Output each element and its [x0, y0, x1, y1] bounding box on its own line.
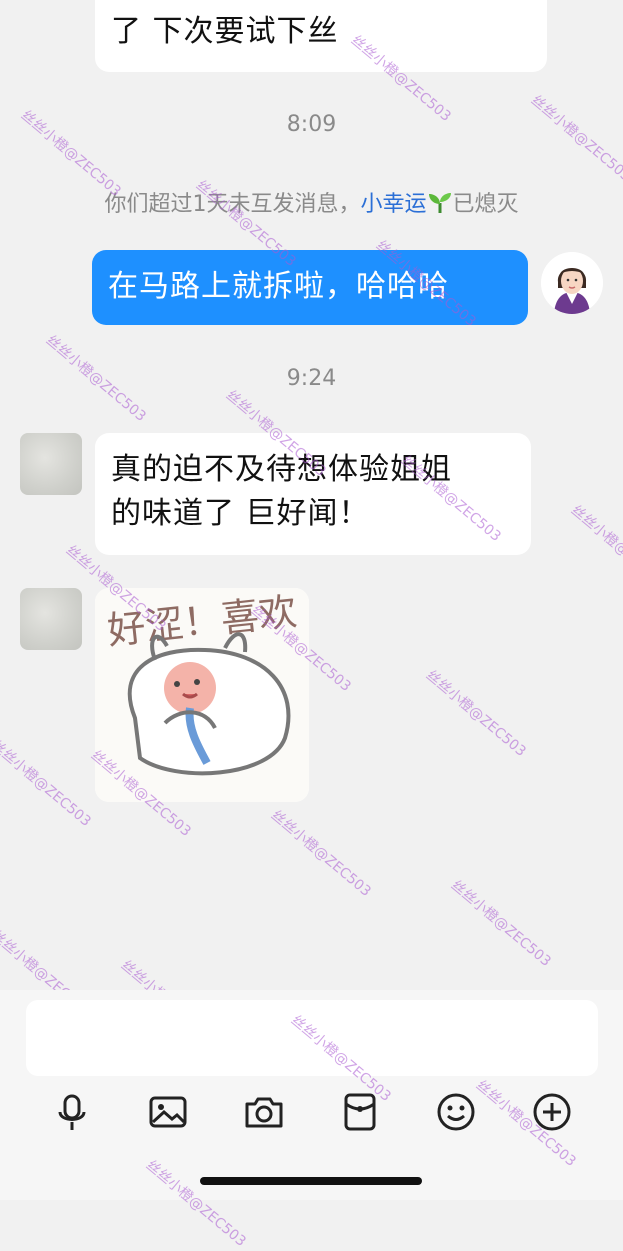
sticker-image: 好涩！喜欢 — [95, 588, 309, 802]
watermark: 丝丝小橙@ZEC503 — [0, 737, 94, 830]
emoji-icon[interactable] — [434, 1090, 478, 1134]
system-notice: 你们超过1天未互发消息，小幸运 已熄灭 — [0, 186, 623, 218]
watermark: 丝丝小橙@ZEC503 — [447, 877, 554, 970]
message-input[interactable] — [26, 1000, 598, 1076]
timestamp: 8:09 — [286, 112, 337, 137]
red-packet-icon[interactable] — [338, 1090, 382, 1134]
message-text-line: 的味道了 巨好闻！ — [111, 496, 370, 531]
message-bubble-received[interactable]: 真的迫不及待想体验姐姐 的味道了 巨好闻！ — [95, 433, 531, 555]
microphone-icon[interactable] — [50, 1090, 94, 1134]
message-text: 了 下次要试下丝 — [111, 14, 339, 49]
my-avatar[interactable] — [541, 252, 603, 314]
camera-icon[interactable] — [242, 1090, 286, 1134]
watermark: 丝丝小橙@ZEC503 — [527, 92, 623, 185]
contact-avatar[interactable] — [20, 433, 82, 495]
avatar-illustration — [541, 252, 603, 314]
composer-bar: 丝丝小橙@ZEC503 丝丝小橙@ZEC503 丝丝小橙@ZEC503 — [0, 990, 623, 1250]
message-bubble-sent[interactable]: 在马路上就拆啦，哈哈哈 — [92, 250, 528, 325]
sprout-icon — [428, 193, 451, 213]
message-text: 在马路上就拆啦，哈哈哈 — [108, 269, 449, 304]
watermark: 丝丝小橙@ZEC503 — [0, 927, 94, 990]
spark-name-link[interactable]: 小幸运 — [360, 192, 426, 217]
timestamp: 9:24 — [286, 366, 337, 391]
image-icon[interactable] — [146, 1090, 190, 1134]
watermark: 丝丝小橙@ZEC503 — [117, 955, 226, 990]
notice-suffix: 已熄灭 — [452, 192, 519, 217]
watermark: 丝丝小橙@ZEC503 — [142, 1157, 249, 1250]
notice-text: 你们超过1天未互发消息， — [104, 192, 361, 217]
message-text-line: 真的迫不及待想体验姐姐 — [111, 452, 452, 487]
message-bubble-received[interactable]: 了 下次要试下丝 — [95, 0, 547, 72]
watermark: 丝丝小橙@ZEC503 — [567, 502, 623, 595]
plus-icon[interactable] — [530, 1090, 574, 1134]
sticker-message[interactable]: 好涩！喜欢 — [95, 588, 309, 802]
watermark: 丝丝小橙@ZEC503 — [267, 807, 374, 900]
home-indicator[interactable] — [200, 1177, 422, 1185]
watermark: 丝丝小橙@ZEC503 — [422, 667, 529, 760]
contact-avatar[interactable] — [20, 588, 82, 650]
chat-area[interactable]: 了 下次要试下丝 8:09 你们超过1天未互发消息，小幸运 已熄灭 在马路上就拆… — [0, 0, 623, 990]
